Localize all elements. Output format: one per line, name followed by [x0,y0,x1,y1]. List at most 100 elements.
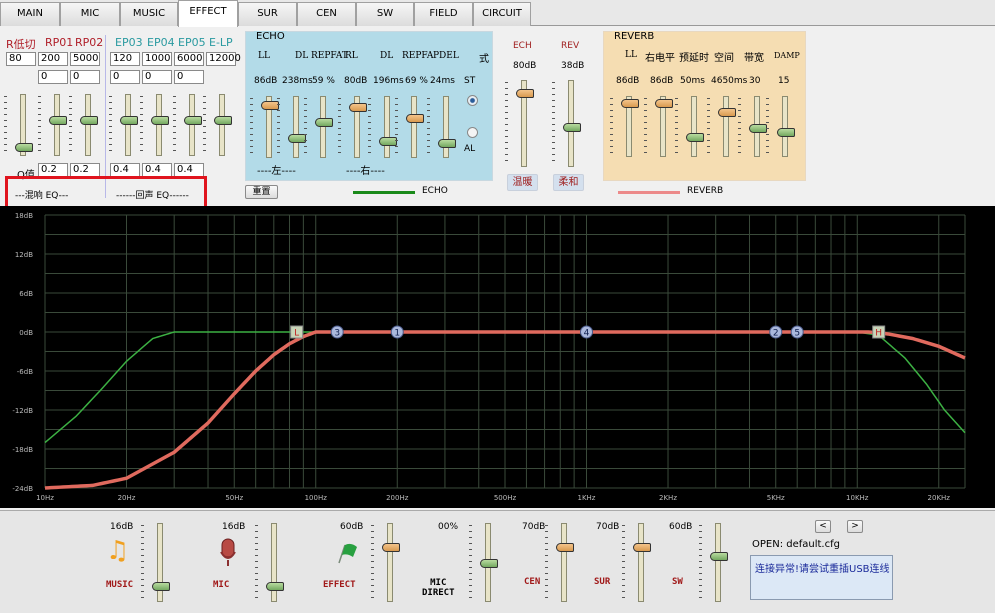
slider-track[interactable] [387,523,393,602]
slider-track[interactable] [715,523,721,602]
eq-slider-ep05[interactable] [173,94,203,156]
reverb-slider-ll[interactable] [610,96,640,157]
slider-thumb[interactable] [184,115,202,125]
slider-thumb[interactable] [686,133,704,143]
slider-track[interactable] [411,96,417,158]
next-button[interactable]: > [847,520,863,533]
q-input-ep03[interactable]: 0.4 [110,163,140,177]
tab-effect[interactable]: EFFECT [178,0,238,27]
eq-response-chart[interactable]: 18dB 12dB 6dB 0dB -6dB -12dB -18dB -24dB 10Hz 20H… [0,206,995,508]
reverb-slider-predelay[interactable] [675,96,705,157]
slider-thumb[interactable] [633,542,651,552]
slider-thumb[interactable] [406,113,424,123]
slider-thumb[interactable] [214,115,232,125]
echo-slider-pdel[interactable] [427,96,457,158]
eq-response-svg[interactable]: 18dB 12dB 6dB 0dB -6dB -12dB -18dB -24dB10Hz 20H… [0,206,995,508]
eq-slider-elp[interactable] [203,94,233,156]
gain-input-ep03[interactable]: 0 [110,70,140,84]
gain-input-ep05[interactable]: 0 [174,70,204,84]
slider-thumb[interactable] [563,123,581,133]
reverb-slider-space[interactable] [707,96,737,157]
slider-track[interactable] [189,94,195,156]
freq-input-elp[interactable]: 12000 [206,52,241,66]
slider-track[interactable] [561,523,567,602]
slider-track[interactable] [125,94,131,156]
tab-field[interactable]: FIELD [414,2,473,26]
slider-track[interactable] [782,96,788,157]
slider-thumb[interactable] [49,115,67,125]
reverb-slider-damp[interactable] [766,96,796,157]
slider-thumb[interactable] [80,115,98,125]
reverb-slider-right-level[interactable] [644,96,674,157]
warm-button[interactable]: 温暖 [507,174,538,191]
tab-sur[interactable]: SUR [238,2,297,26]
reverb-slider-bandwidth[interactable] [738,96,768,157]
slider-thumb[interactable] [556,542,574,552]
eq-slider-ep04[interactable] [140,94,170,156]
slider-track[interactable] [320,96,326,158]
mic-volume-slider[interactable] [255,523,285,602]
slider-thumb[interactable] [749,123,767,133]
reset-button[interactable]: 重置 [245,185,278,199]
freq-input-rp02[interactable]: 5000 [70,52,100,66]
slider-thumb[interactable] [315,117,333,127]
slider-track[interactable] [293,96,299,158]
slider-thumb[interactable] [621,99,639,109]
echo-slider-repfat[interactable] [304,96,334,158]
freq-input-ep05[interactable]: 6000 [174,52,204,66]
freq-input-rp01[interactable]: 200 [38,52,68,66]
q-input-rp02[interactable]: 0.2 [70,163,100,177]
eq-slider-ep03[interactable] [109,94,139,156]
slider-thumb[interactable] [266,582,284,592]
mode-al-radio[interactable] [467,127,478,138]
slider-track[interactable] [219,94,225,156]
tab-cen[interactable]: CEN [297,2,356,26]
mode-st-radio[interactable] [467,95,478,106]
mic-direct-volume-slider[interactable] [469,523,499,602]
slider-thumb[interactable] [710,551,728,561]
tab-music[interactable]: MUSIC [120,2,178,26]
eq-slider-low-cut[interactable] [4,94,34,156]
rev-slider[interactable] [552,80,582,167]
sur-volume-slider[interactable] [622,523,652,602]
slider-track[interactable] [384,96,390,158]
slider-track[interactable] [443,96,449,158]
sw-volume-slider[interactable] [699,523,729,602]
slider-track[interactable] [691,96,697,157]
slider-track[interactable] [723,96,729,157]
slider-thumb[interactable] [152,582,170,592]
slider-thumb[interactable] [120,115,138,125]
tab-main[interactable]: MAIN [0,2,60,26]
freq-input-ep03[interactable]: 120 [110,52,140,66]
slider-thumb[interactable] [516,88,534,98]
slider-thumb[interactable] [15,142,33,152]
slider-thumb[interactable] [480,558,498,568]
eq-slider-rp01[interactable] [38,94,68,156]
slider-track[interactable] [638,523,644,602]
q-input-rp01[interactable]: 0.2 [38,163,68,177]
tab-circuit[interactable]: CIRCUIT [473,2,531,26]
q-input-ep04[interactable]: 0.4 [142,163,172,177]
music-volume-slider[interactable] [141,523,171,602]
slider-thumb[interactable] [718,108,736,118]
prev-button[interactable]: < [815,520,831,533]
slider-thumb[interactable] [438,139,456,149]
q-input-ep05[interactable]: 0.4 [174,163,204,177]
slider-track[interactable] [54,94,60,156]
soft-button[interactable]: 柔和 [553,174,584,191]
slider-thumb[interactable] [382,542,400,552]
echo-slider-repfa[interactable] [395,96,425,158]
freq-input-ep04[interactable]: 1000 [142,52,172,66]
freq-input-low-cut[interactable]: 80 [6,52,36,66]
gain-input-rp02[interactable]: 0 [70,70,100,84]
effect-volume-slider[interactable] [371,523,401,602]
gain-input-ep04[interactable]: 0 [142,70,172,84]
slider-thumb[interactable] [349,102,367,112]
eq-slider-rp02[interactable] [69,94,99,156]
slider-thumb[interactable] [777,127,795,137]
slider-track[interactable] [85,94,91,156]
tab-mic[interactable]: MIC [60,2,120,26]
echo-slider-rl[interactable] [338,96,368,158]
ech-slider[interactable] [505,80,535,167]
tab-sw[interactable]: SW [356,2,414,26]
